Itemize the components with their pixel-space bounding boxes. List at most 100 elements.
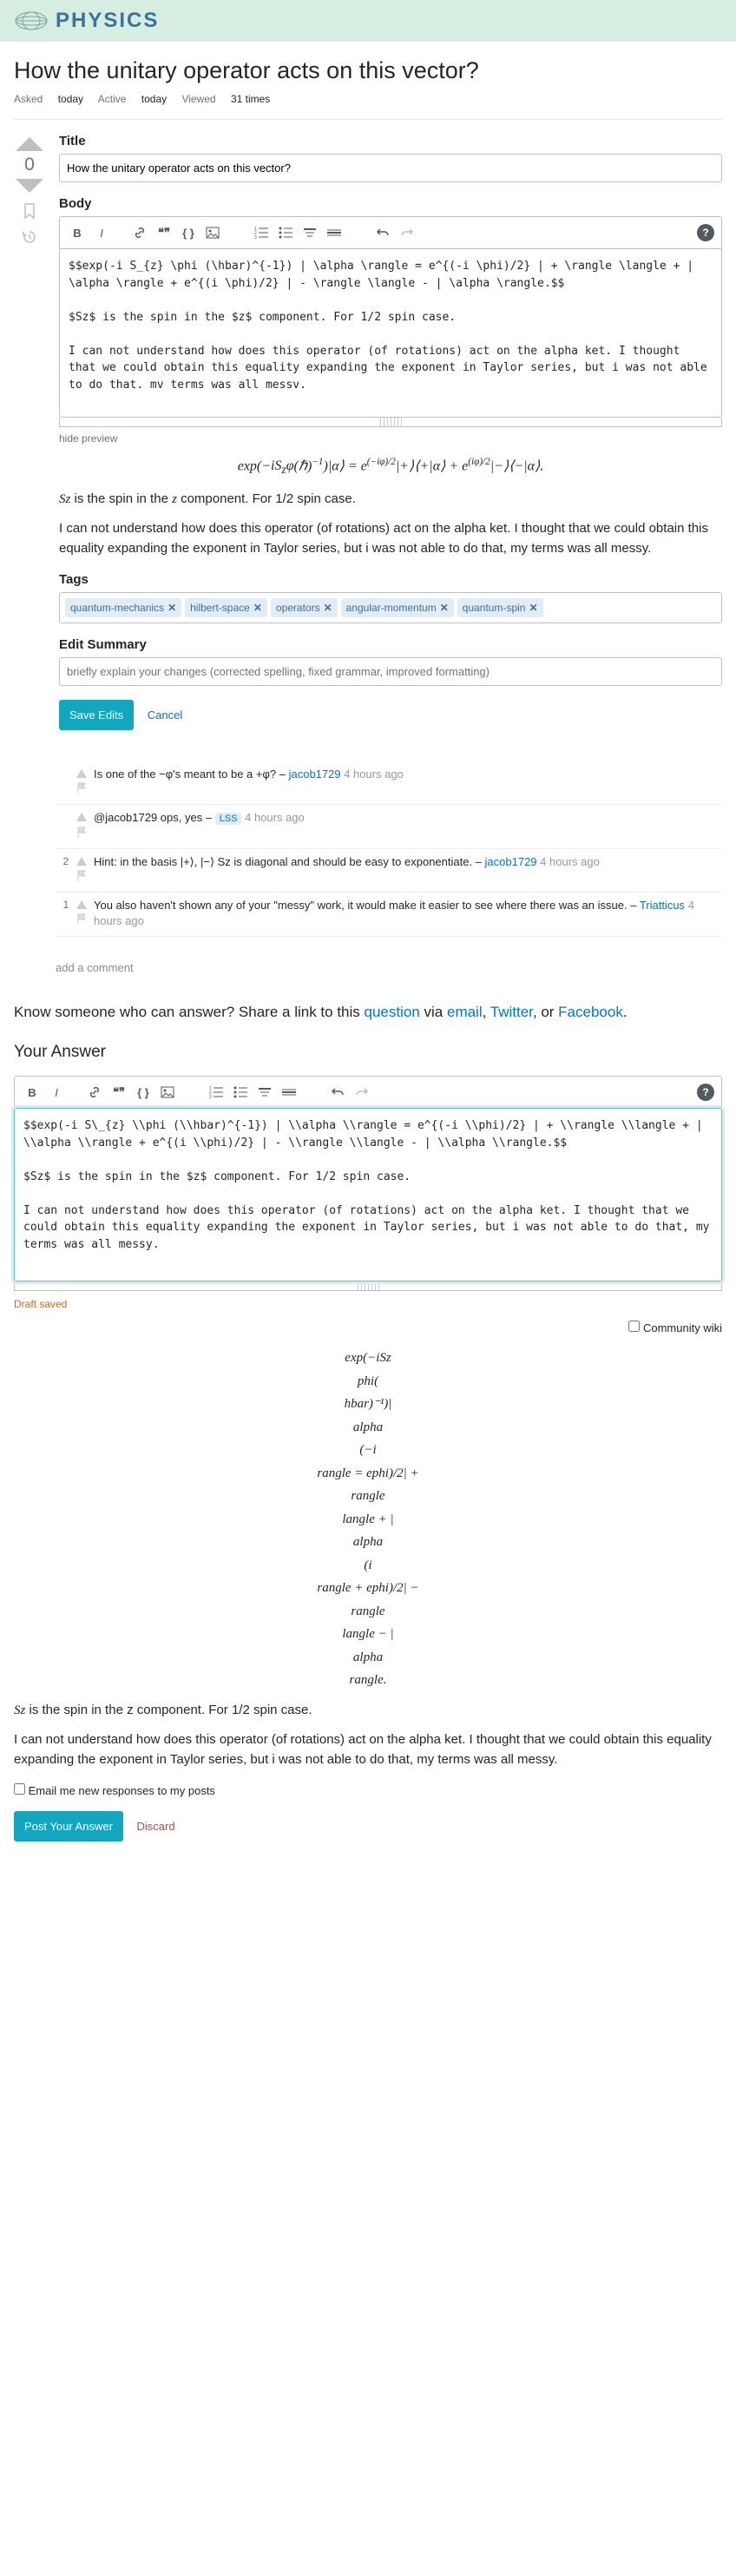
summary-label: Edit Summary: [59, 637, 722, 652]
post-answer-button[interactable]: Post Your Answer: [14, 1811, 123, 1841]
answer-preview-math-line: rangle.: [14, 1670, 722, 1690]
comment-upvote-icon[interactable]: [76, 900, 87, 909]
ul-icon[interactable]: [275, 222, 296, 243]
title-label: Title: [59, 134, 722, 148]
share-twitter-link[interactable]: Twitter: [490, 1004, 533, 1020]
quote-icon[interactable]: ❝❞: [154, 222, 174, 243]
comment-time: 4 hours ago: [344, 768, 404, 781]
italic-icon[interactable]: I: [91, 222, 112, 243]
tag-quantum-mechanics[interactable]: quantum-mechanics ✕: [65, 598, 181, 617]
cancel-button[interactable]: Cancel: [137, 700, 193, 730]
share-facebook-link[interactable]: Facebook: [558, 1004, 623, 1020]
comments-list: Is one of the −φ's meant to be a +φ? – j…: [56, 761, 722, 937]
answer-preview: exp(−iSzphi(hbar)⁻¹)|alpha(−irangle = ep…: [14, 1348, 722, 1769]
italic-icon[interactable]: I: [46, 1082, 67, 1103]
quote-icon[interactable]: ❝❞: [108, 1082, 129, 1103]
body-preview: exp(−iSzφ(ℏ)−1)|α⟩ = e(−iφ)/2|+⟩⟨+|α⟩ + …: [59, 455, 722, 558]
flag-icon[interactable]: [76, 827, 87, 839]
hr-icon[interactable]: [324, 222, 345, 243]
answer-preview-p1: Sz is the spin in the z component. For 1…: [14, 1701, 722, 1721]
tag-remove-icon[interactable]: ✕: [324, 602, 332, 614]
share-question-link[interactable]: question: [365, 1004, 420, 1020]
tag-operators[interactable]: operators ✕: [271, 598, 338, 617]
link-icon[interactable]: [84, 1082, 105, 1103]
answer-preview-math-line: hbar)⁻¹)|: [14, 1394, 722, 1414]
svg-text:3: 3: [209, 1095, 212, 1098]
preview-p1: Sz is the spin in the z component. For 1…: [59, 490, 722, 510]
flag-icon[interactable]: [76, 913, 87, 926]
answer-editor[interactable]: $$exp(-i S\_{z} \\phi (\\hbar)^{-1}) | \…: [14, 1108, 722, 1281]
comment-upvote-icon[interactable]: [76, 813, 87, 821]
bold-icon[interactable]: B: [22, 1082, 43, 1103]
comment-upvote-icon[interactable]: [76, 769, 87, 778]
tag-angular-momentum[interactable]: angular-momentum ✕: [341, 598, 454, 617]
heading-icon[interactable]: [254, 1082, 275, 1103]
help-icon[interactable]: ?: [697, 224, 714, 241]
site-name[interactable]: PHYSICS: [56, 9, 159, 33]
flag-icon[interactable]: [76, 870, 87, 882]
flag-icon[interactable]: [76, 782, 87, 794]
comment-text: Hint: in the basis |+⟩, |−⟩ Sz is diagon…: [94, 854, 722, 886]
heading-icon[interactable]: [299, 222, 320, 243]
tag-remove-icon[interactable]: ✕: [529, 602, 537, 614]
svg-text:3: 3: [254, 235, 257, 239]
email-notify-checkbox[interactable]: Email me new responses to my posts: [14, 1784, 215, 1797]
vote-count: 0: [14, 155, 45, 175]
history-icon[interactable]: [22, 229, 37, 245]
image-icon[interactable]: [202, 222, 223, 243]
summary-input[interactable]: [59, 657, 722, 686]
title-input[interactable]: [59, 154, 722, 182]
question-title: How the unitary operator acts on this ve…: [14, 56, 722, 86]
answer-preview-math-line: phi(: [14, 1372, 722, 1392]
answer-preview-math-line: rangle: [14, 1602, 722, 1622]
hr-icon[interactable]: [279, 1082, 299, 1103]
redo-icon[interactable]: [397, 222, 417, 243]
undo-icon[interactable]: [372, 222, 393, 243]
image-icon[interactable]: [157, 1082, 178, 1103]
comment: 2 Hint: in the basis |+⟩, |−⟩ Sz is diago…: [56, 849, 722, 893]
save-edits-button[interactable]: Save Edits: [59, 700, 134, 730]
bookmark-icon[interactable]: [23, 203, 36, 219]
redo-icon[interactable]: [352, 1082, 372, 1103]
comment-upvote-icon[interactable]: [76, 857, 87, 866]
help-icon[interactable]: ?: [697, 1084, 714, 1101]
tags-label: Tags: [59, 572, 722, 587]
preview-math: exp(−iSzφ(ℏ)−1)|α⟩ = e(−iφ)/2|+⟩⟨+|α⟩ + …: [59, 455, 722, 479]
share-email-link[interactable]: email: [447, 1004, 483, 1020]
undo-icon[interactable]: [327, 1082, 348, 1103]
tag-hilbert-space[interactable]: hilbert-space ✕: [185, 598, 267, 617]
upvote-button[interactable]: [16, 137, 43, 151]
preview-p2: I can not understand how does this opera…: [59, 519, 722, 558]
hide-preview-link[interactable]: hide preview: [59, 432, 722, 445]
bold-icon[interactable]: B: [67, 222, 88, 243]
comment-user-link[interactable]: jacob1729: [485, 855, 537, 868]
code-icon[interactable]: { }: [133, 1082, 154, 1103]
answer-preview-math-line: rangle = ephi)/2| +: [14, 1464, 722, 1484]
share-prompt: Know someone who can answer? Share a lin…: [14, 1002, 722, 1023]
user-badge[interactable]: LSS: [215, 813, 242, 825]
code-icon[interactable]: { }: [178, 222, 199, 243]
comment-score: 2: [56, 854, 76, 886]
tag-remove-icon[interactable]: ✕: [440, 602, 449, 614]
link-icon[interactable]: [129, 222, 150, 243]
ul-icon[interactable]: [230, 1082, 251, 1103]
tag-remove-icon[interactable]: ✕: [253, 602, 262, 614]
community-wiki-checkbox[interactable]: Community wiki: [628, 1321, 722, 1334]
discard-button[interactable]: Discard: [127, 1811, 186, 1841]
ol-icon[interactable]: 123: [206, 1082, 227, 1103]
comment-time: 4 hours ago: [540, 855, 600, 868]
comment-user-link[interactable]: Triatticus: [640, 899, 685, 912]
answer-preview-math-line: rangle: [14, 1486, 722, 1506]
downvote-button[interactable]: [16, 179, 43, 193]
add-comment-link[interactable]: add a comment: [56, 954, 722, 981]
comment-user-link[interactable]: jacob1729: [289, 768, 341, 781]
answer-resize-handle[interactable]: [14, 1281, 722, 1291]
answer-preview-math-line: exp(−iSz: [14, 1348, 722, 1368]
resize-handle[interactable]: [59, 418, 722, 427]
comment-time: 4 hours ago: [94, 899, 694, 927]
tag-remove-icon[interactable]: ✕: [168, 602, 176, 614]
tags-input[interactable]: quantum-mechanics ✕hilbert-space ✕operat…: [59, 592, 722, 623]
ol-icon[interactable]: 123: [251, 222, 272, 243]
tag-quantum-spin[interactable]: quantum-spin ✕: [457, 598, 543, 617]
body-editor[interactable]: $$exp(-i S_{z} \phi (\hbar)^{-1}) | \alp…: [59, 248, 722, 418]
